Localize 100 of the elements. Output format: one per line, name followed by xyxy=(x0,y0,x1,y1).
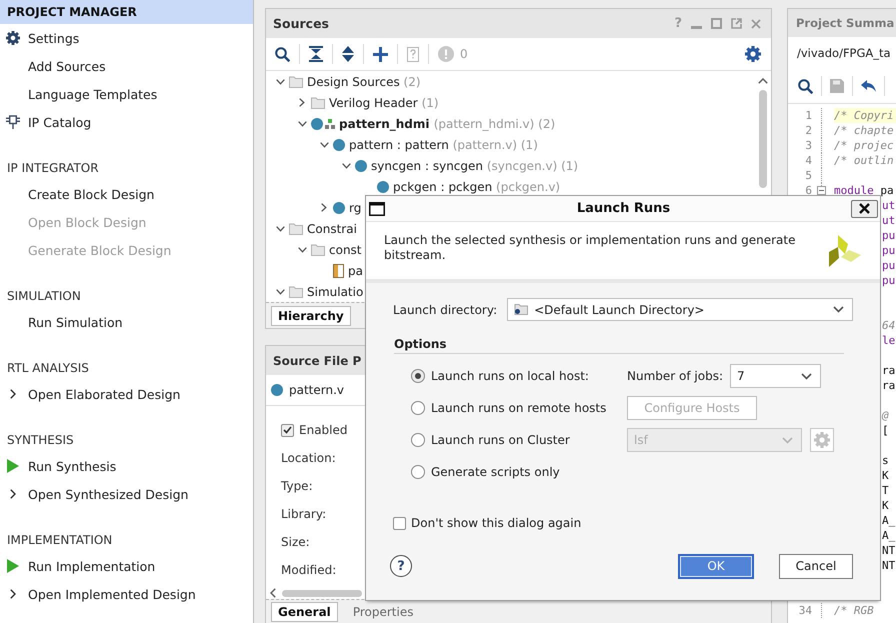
tab[interactable]: General xyxy=(271,602,338,622)
tree-item[interactable]: syncgen : syncgen (syncgen.v) (1) xyxy=(371,158,578,172)
chevron-down-icon[interactable] xyxy=(298,120,306,126)
code-fragment: K xyxy=(882,468,889,483)
code-fragment: ra xyxy=(882,363,896,378)
radio-label[interactable]: Generate scripts only xyxy=(431,465,560,479)
search-icon[interactable] xyxy=(798,78,813,94)
nav-item[interactable]: Open Synthesized Design xyxy=(28,486,188,502)
close-button[interactable] xyxy=(851,200,878,218)
panel-title: Source File P xyxy=(273,354,362,368)
scroll-left-icon[interactable] xyxy=(270,588,276,598)
line-number: 6 xyxy=(804,183,812,198)
radio-button[interactable] xyxy=(411,369,425,383)
code-line: /* projec xyxy=(834,138,895,153)
code-fragment: 64 xyxy=(882,318,896,333)
code-fragment: @ xyxy=(882,408,889,423)
checkbox[interactable] xyxy=(393,516,406,530)
plus-icon[interactable] xyxy=(373,46,388,62)
chevron-down-icon xyxy=(833,306,844,313)
field-label: Number of jobs: xyxy=(627,369,723,383)
nav-item[interactable]: Settings xyxy=(28,30,80,46)
tree-item[interactable]: Design Sources (2) xyxy=(307,74,421,88)
help-button[interactable]: ? xyxy=(390,555,412,577)
chevron-down-icon[interactable] xyxy=(320,142,328,148)
radio-button[interactable] xyxy=(411,465,425,479)
code-fragment: pu xyxy=(882,228,896,243)
nav-item[interactable]: Create Block Design xyxy=(28,186,154,202)
radio-button[interactable] xyxy=(411,401,425,415)
nav-item[interactable]: Language Templates xyxy=(28,86,158,102)
chevron-down-icon[interactable] xyxy=(276,78,284,84)
code-fragment: ra xyxy=(882,378,896,393)
chevron-down-icon[interactable] xyxy=(342,162,350,168)
chevron-right-icon xyxy=(10,489,16,499)
folder-icon xyxy=(289,286,303,298)
ok-button[interactable]: OK xyxy=(678,554,754,578)
chevron-down-icon[interactable] xyxy=(276,226,284,232)
dot-icon xyxy=(311,118,323,130)
nav-item[interactable]: Run Simulation xyxy=(28,314,123,330)
scroll-up-icon[interactable] xyxy=(758,78,768,84)
nav-item[interactable]: Run Implementation xyxy=(28,558,156,574)
nav-item[interactable]: Add Sources xyxy=(28,58,106,74)
code-fragment: K xyxy=(882,498,889,513)
radio-button[interactable] xyxy=(411,433,425,447)
radio-label[interactable]: Launch runs on local host: xyxy=(431,369,589,383)
code-fragment: NT xyxy=(882,558,896,573)
gear-icon xyxy=(6,31,20,45)
message-count: 0 xyxy=(460,47,468,61)
radio-label[interactable]: Launch runs on remote hosts xyxy=(431,401,606,415)
field-label: Size: xyxy=(281,535,310,549)
jobs-dropdown[interactable]: 7 xyxy=(730,364,821,388)
tree-item[interactable]: pattern : pattern (pattern.v) (1) xyxy=(349,138,538,152)
scrollbar-thumb[interactable] xyxy=(759,90,767,188)
hierarchy-icon xyxy=(325,118,335,128)
tree-item[interactable]: pattern_hdmi (pattern_hdmi.v) (2) xyxy=(339,116,556,130)
dot-icon xyxy=(377,180,389,192)
chevron-right-icon[interactable] xyxy=(321,203,327,212)
code-line: /* outlin xyxy=(834,153,895,168)
tab[interactable]: Properties xyxy=(346,602,420,622)
checkbox[interactable] xyxy=(281,424,294,436)
file-icon xyxy=(333,264,344,278)
tree-item[interactable]: pa xyxy=(348,264,363,278)
play-icon xyxy=(7,559,19,573)
expand-all-icon[interactable] xyxy=(342,46,354,62)
undo-icon[interactable] xyxy=(861,80,876,92)
chevron-right-icon[interactable] xyxy=(299,98,305,107)
tree-item[interactable]: Verilog Header (1) xyxy=(329,96,439,110)
gear-icon[interactable] xyxy=(745,46,761,62)
fold-icon[interactable] xyxy=(817,186,826,195)
collapse-all-icon[interactable] xyxy=(309,46,323,62)
radio-label[interactable]: Launch runs on Cluster xyxy=(431,433,570,447)
play-icon xyxy=(7,459,19,473)
code-fragment: s xyxy=(882,453,889,468)
nav-item[interactable]: Open Implemented Design xyxy=(28,586,196,602)
tree-item[interactable]: Simulatio xyxy=(307,284,364,298)
checkbox-label[interactable]: Don't show this dialog again xyxy=(411,516,582,530)
section-title: SYNTHESIS xyxy=(7,432,74,449)
dot-icon xyxy=(355,160,367,172)
tree-item[interactable]: const xyxy=(329,242,362,256)
chevron-down-icon xyxy=(801,372,812,380)
line-number: 34 xyxy=(798,603,812,618)
directory-dropdown[interactable]: <Default Launch Directory> xyxy=(507,298,853,321)
search-icon[interactable] xyxy=(275,46,290,62)
chevron-down-icon[interactable] xyxy=(276,288,284,294)
checkbox-label[interactable]: Enabled xyxy=(299,423,348,437)
tree-item[interactable]: pckgen : pckgen (pckgen.v) xyxy=(393,180,560,194)
nav-item[interactable]: Open Elaborated Design xyxy=(28,386,180,402)
code-line: /* chapte xyxy=(834,123,895,138)
dialog-title: Launch Runs xyxy=(576,201,670,216)
field-label: Location: xyxy=(281,451,336,465)
chevron-down-icon[interactable] xyxy=(298,246,306,252)
code-line: module pa xyxy=(834,183,895,198)
code-fragment: A_ xyxy=(882,513,896,528)
nav-item[interactable]: IP Catalog xyxy=(28,114,92,130)
tree-item[interactable]: rg xyxy=(349,200,362,214)
tab[interactable]: Hierarchy xyxy=(271,306,351,326)
nav-item[interactable]: Run Synthesis xyxy=(28,458,116,474)
tree-item[interactable]: Constrai xyxy=(307,222,357,236)
scrollbar-thumb[interactable] xyxy=(282,590,362,596)
cancel-button[interactable]: Cancel xyxy=(779,554,853,578)
field-label: Type: xyxy=(281,479,313,493)
